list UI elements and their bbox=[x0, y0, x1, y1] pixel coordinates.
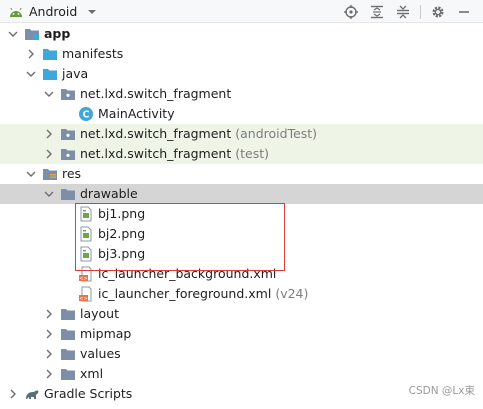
folder-icon bbox=[61, 329, 75, 340]
chevron-down-icon[interactable] bbox=[43, 88, 55, 100]
package-icon bbox=[61, 129, 75, 140]
gradle-icon bbox=[26, 390, 39, 399]
tree-item-package-test[interactable]: net.lxd.switch_fragment (test) bbox=[0, 144, 483, 164]
chevron-right-icon[interactable] bbox=[43, 348, 55, 360]
minimize-button[interactable] bbox=[455, 3, 473, 21]
tree-item-mipmap[interactable]: mipmap bbox=[0, 324, 483, 344]
tree-item-manifests[interactable]: manifests bbox=[0, 44, 483, 64]
folder-icon bbox=[61, 349, 75, 360]
svg-text:<>: <> bbox=[79, 296, 87, 302]
tree-label-app: app bbox=[44, 26, 71, 41]
tree-hint-v24: (v24) bbox=[275, 286, 309, 301]
tree-hint-android-test: (androidTest) bbox=[235, 126, 318, 141]
dropdown-arrow-icon[interactable] bbox=[87, 8, 97, 16]
tree-label-ic-launcher-foreground: ic_launcher_foreground.xml (v24) bbox=[98, 286, 309, 301]
chevron-right-icon[interactable] bbox=[43, 148, 55, 160]
tree-label-res: res bbox=[62, 166, 82, 181]
chevron-down-icon[interactable] bbox=[7, 28, 19, 40]
watermark: CSDN @Lx束 bbox=[408, 385, 475, 397]
chevron-right-icon[interactable] bbox=[25, 48, 37, 60]
folder-icon bbox=[61, 309, 75, 320]
minimize-icon bbox=[459, 10, 469, 13]
svg-text:C: C bbox=[83, 110, 90, 121]
toolbar-divider bbox=[420, 4, 421, 19]
package-icon bbox=[61, 149, 75, 160]
tree-label-java: java bbox=[62, 66, 89, 81]
module-icon bbox=[25, 29, 39, 40]
tree-item-ic-launcher-foreground[interactable]: <> ic_launcher_foreground.xml (v24) bbox=[0, 284, 483, 304]
chevron-right-icon[interactable] bbox=[43, 328, 55, 340]
tree-label-package-main: net.lxd.switch_fragment bbox=[80, 86, 232, 101]
source-folder-icon bbox=[43, 69, 57, 80]
tree-label-layout: layout bbox=[80, 306, 120, 321]
android-icon bbox=[10, 7, 22, 17]
view-selector[interactable]: Android bbox=[9, 0, 97, 23]
tree-item-xml[interactable]: xml bbox=[0, 364, 483, 384]
tree-item-java[interactable]: java bbox=[0, 64, 483, 84]
tree-label-mipmap: mipmap bbox=[80, 326, 132, 341]
class-icon: C bbox=[79, 107, 93, 121]
tree-item-package-android-test[interactable]: net.lxd.switch_fragment (androidTest) bbox=[0, 124, 483, 144]
tree-label-manifests: manifests bbox=[62, 46, 124, 61]
collapse-all-button[interactable] bbox=[394, 3, 412, 21]
tree-label-values: values bbox=[80, 346, 121, 361]
chevron-right-icon[interactable] bbox=[43, 128, 55, 140]
settings-button[interactable] bbox=[429, 3, 447, 21]
tree-label-drawable: drawable bbox=[80, 186, 138, 201]
collapse-all-icon bbox=[397, 5, 409, 18]
tree-hint-test: (test) bbox=[235, 146, 270, 161]
tree-label-main-activity: MainActivity bbox=[98, 106, 175, 121]
tree-item-package-main[interactable]: net.lxd.switch_fragment bbox=[0, 84, 483, 104]
resource-folder-icon bbox=[43, 169, 57, 180]
tree-label-xml: xml bbox=[80, 366, 104, 381]
gear-icon bbox=[432, 5, 444, 18]
folder-icon bbox=[61, 369, 75, 380]
folder-icon bbox=[43, 49, 57, 60]
folder-icon bbox=[61, 189, 75, 200]
locate-button[interactable] bbox=[342, 3, 360, 21]
chevron-down-icon[interactable] bbox=[25, 168, 37, 180]
xml-file-icon: <> bbox=[79, 286, 92, 302]
tree-item-layout[interactable]: layout bbox=[0, 304, 483, 324]
tree-item-values[interactable]: values bbox=[0, 344, 483, 364]
tree-label-package-test: net.lxd.switch_fragment (test) bbox=[80, 146, 270, 161]
chevron-right-icon[interactable] bbox=[7, 388, 19, 400]
tree-item-main-activity[interactable]: C MainActivity bbox=[0, 104, 483, 124]
tree-item-drawable[interactable]: drawable bbox=[0, 184, 483, 204]
chevron-down-icon[interactable] bbox=[25, 68, 37, 80]
package-icon bbox=[61, 89, 75, 100]
view-label: Android bbox=[29, 4, 78, 19]
tree-label-gradle-scripts: Gradle Scripts bbox=[44, 386, 133, 401]
tree-item-res[interactable]: res bbox=[0, 164, 483, 184]
expand-all-icon bbox=[371, 5, 383, 18]
annotation-highlight-box bbox=[75, 203, 285, 271]
tree-label-package-android-test: net.lxd.switch_fragment (androidTest) bbox=[80, 126, 318, 141]
tree-item-app[interactable]: app bbox=[0, 24, 483, 44]
project-toolbar: Android bbox=[0, 0, 483, 23]
chevron-right-icon[interactable] bbox=[43, 308, 55, 320]
chevron-right-icon[interactable] bbox=[43, 368, 55, 380]
locate-icon bbox=[344, 4, 358, 19]
svg-text:<>: <> bbox=[79, 276, 87, 282]
expand-all-button[interactable] bbox=[368, 3, 386, 21]
chevron-down-icon[interactable] bbox=[43, 188, 55, 200]
